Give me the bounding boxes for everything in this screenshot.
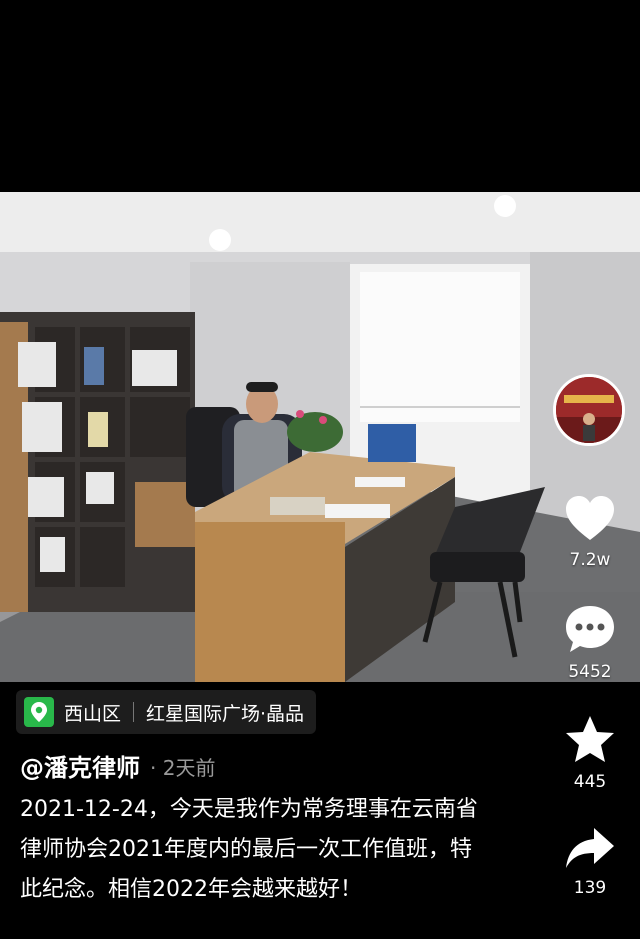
star-icon bbox=[566, 716, 614, 762]
location-pin-icon bbox=[24, 697, 54, 727]
like-count: 7.2w bbox=[569, 550, 611, 570]
location-tag[interactable]: 西山区 红星国际广场·晶品 bbox=[16, 690, 317, 734]
share-button[interactable]: 139 bbox=[550, 826, 630, 898]
location-place: 红星国际广场·晶品 bbox=[146, 702, 305, 725]
office-scene-image bbox=[0, 192, 640, 682]
location-district: 西山区 bbox=[64, 702, 122, 725]
avatar-image bbox=[556, 377, 622, 443]
share-icon bbox=[566, 828, 614, 868]
author-avatar[interactable] bbox=[553, 374, 625, 446]
favorite-count: 445 bbox=[573, 772, 607, 792]
favorite-button[interactable]: 445 bbox=[550, 714, 630, 792]
comment-icon bbox=[566, 606, 614, 652]
comment-button[interactable]: 5452 bbox=[550, 604, 630, 682]
heart-icon bbox=[566, 496, 614, 540]
location-divider bbox=[133, 702, 135, 722]
post-time: · 2天前 bbox=[150, 756, 216, 780]
comment-count: 5452 bbox=[568, 662, 612, 682]
post-caption: 2021-12-24，今天是我作为常务理事在云南省律师协会2021年度内的最后一… bbox=[20, 797, 478, 902]
author-name[interactable]: @潘克律师 bbox=[20, 748, 140, 783]
like-button[interactable]: 7.2w bbox=[550, 494, 630, 570]
share-count: 139 bbox=[573, 878, 607, 898]
video-frame[interactable] bbox=[0, 192, 640, 682]
